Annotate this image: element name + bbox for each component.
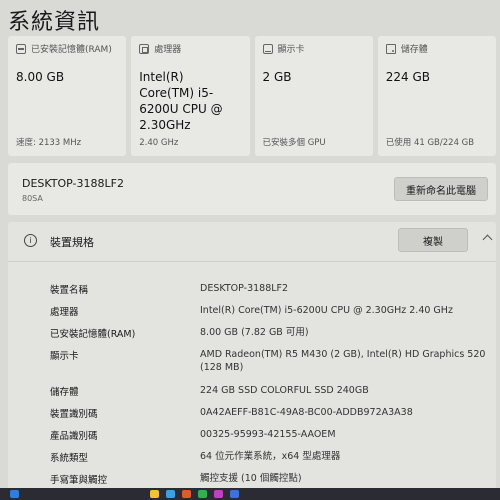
spec-value: 224 GB SSD COLORFUL SSD 240GB: [200, 385, 369, 396]
storage-icon: [385, 43, 396, 54]
taskbar-app-icon[interactable]: [166, 490, 175, 498]
device-specs-panel: i 裝置規格 複製 裝置名稱 DESKTOP-3188LF2 處理器 Intel…: [8, 222, 496, 500]
copy-button[interactable]: 複製: [398, 228, 468, 252]
spec-label: 系統類型: [50, 453, 89, 464]
processor-icon: [139, 43, 150, 54]
taskbar-app-icon[interactable]: [150, 490, 159, 498]
spec-label: 顯示卡: [50, 351, 79, 362]
card-processor: 處理器 Intel(R) Core(TM) i5-6200U CPU @ 2.3…: [131, 36, 250, 156]
card-memory: 已安裝記憶體(RAM) 8.00 GB 速度: 2133 MHz: [8, 36, 127, 156]
spec-value: AMD Radeon(TM) R5 M430 (2 GB), Intel(R) …: [200, 349, 486, 373]
specs-header[interactable]: i 裝置規格 複製: [8, 222, 496, 262]
card-footer: 速度: 2133 MHz: [16, 138, 82, 148]
spec-value: 64 位元作業系統，x64 型處理器: [200, 451, 341, 462]
card-value: 2 GB: [262, 70, 292, 84]
spec-label: 裝置識別碼: [50, 409, 98, 420]
card-display: 顯示卡 2 GB 已安裝多個 GPU: [254, 36, 373, 156]
card-footer: 2.40 GHz: [139, 138, 179, 148]
card-label: 儲存體: [400, 45, 428, 55]
card-value: Intel(R) Core(TM) i5-6200U CPU @ 2.30GHz: [139, 70, 223, 132]
device-model: 80SA: [22, 194, 43, 203]
card-storage: 儲存體 224 GB 已使用 41 GB/224 GB: [377, 36, 496, 156]
taskbar-app-icon[interactable]: [198, 490, 207, 498]
memory-icon: [16, 43, 26, 54]
device-name: DESKTOP-3188LF2: [22, 177, 124, 190]
spec-value: DESKTOP-3188LF2: [200, 283, 289, 294]
spec-value: 0A42AEFF-B81C-49A8-BC00-ADDB972A3A38: [200, 407, 413, 418]
spec-label: 儲存體: [50, 387, 79, 398]
info-icon: i: [24, 234, 37, 247]
taskbar: [0, 488, 500, 500]
summary-cards: 已安裝記憶體(RAM) 8.00 GB 速度: 2133 MHz 處理器 Int…: [8, 36, 496, 156]
card-header: 顯示卡: [262, 42, 365, 55]
taskbar-app-icon[interactable]: [214, 490, 223, 498]
page-title: 系統資訊: [8, 10, 101, 35]
spec-value: Intel(R) Core(TM) i5-6200U CPU @ 2.30GHz…: [200, 305, 453, 316]
card-header: 儲存體: [385, 42, 488, 55]
card-value: 8.00 GB: [16, 70, 65, 84]
spec-value: 8.00 GB (7.82 GB 可用): [200, 327, 309, 338]
card-label: 顯示卡: [277, 45, 305, 55]
spec-value: 00325-95993-42155-AAOEM: [200, 429, 336, 440]
card-footer: 已使用 41 GB/224 GB: [385, 138, 475, 148]
spec-label: 處理器: [50, 307, 79, 318]
spec-label: 已安裝記憶體(RAM): [50, 329, 136, 340]
spec-label: 裝置名稱: [50, 285, 89, 296]
display-icon: [262, 43, 273, 54]
spec-label: 產品識別碼: [50, 431, 98, 442]
card-footer: 已安裝多個 GPU: [262, 138, 326, 148]
chevron-up-icon[interactable]: [482, 234, 493, 245]
spec-value: 觸控支援 (10 個觸控點): [200, 473, 302, 484]
taskbar-app-icon[interactable]: [182, 490, 191, 498]
card-value: 224 GB: [385, 70, 430, 84]
device-panel: DESKTOP-3188LF2 80SA 重新命名此電腦: [8, 163, 496, 215]
card-label: 已安裝記憶體(RAM): [31, 45, 112, 55]
card-label: 處理器: [154, 45, 182, 55]
card-header: 已安裝記憶體(RAM): [16, 42, 118, 55]
rename-pc-button[interactable]: 重新命名此電腦: [394, 177, 488, 201]
taskbar-app-icon[interactable]: [230, 490, 239, 498]
windows-start-icon[interactable]: [10, 490, 19, 498]
spec-label: 手寫筆與觸控: [50, 475, 108, 486]
specs-title: 裝置規格: [50, 236, 94, 249]
card-header: 處理器: [139, 42, 241, 55]
